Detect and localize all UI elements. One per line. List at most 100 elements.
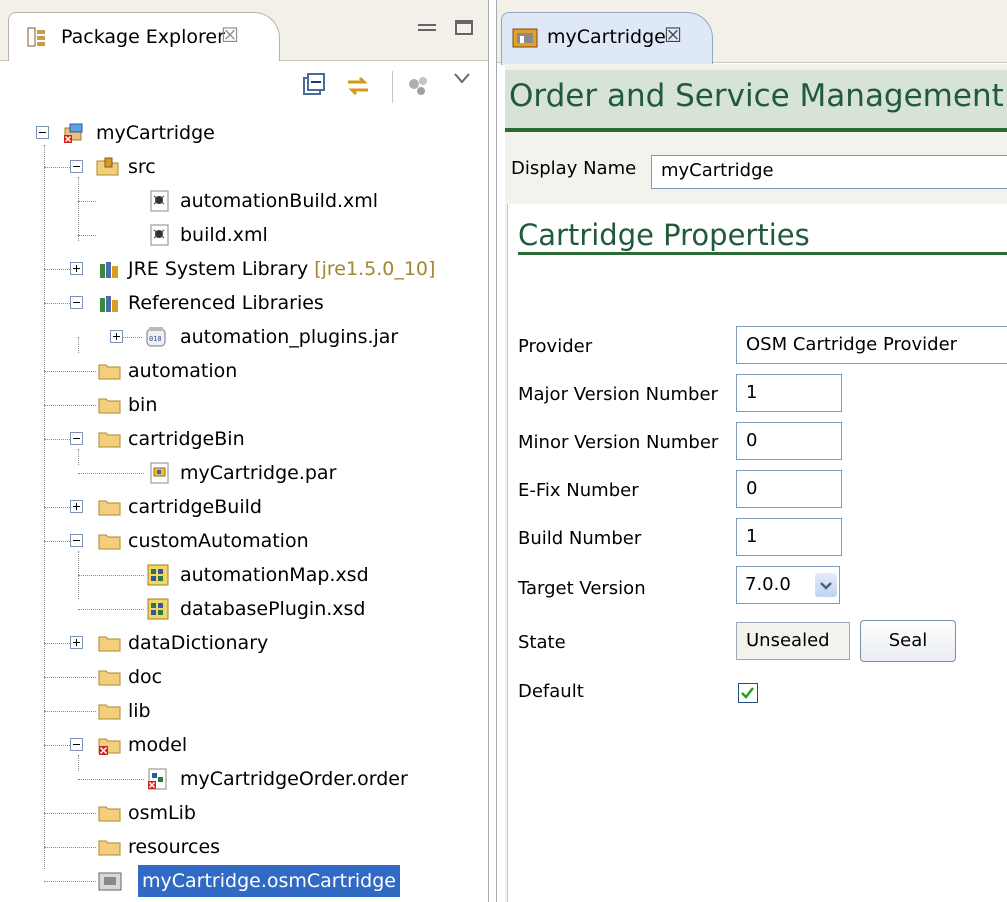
tree-label-selected: myCartridge.osmCartridge <box>138 865 400 897</box>
focus-task-icon[interactable] <box>404 72 432 100</box>
tree-label: resources <box>128 836 221 858</box>
close-icon[interactable]: ☒ <box>221 23 239 47</box>
tree-label: Referenced Libraries <box>128 292 324 314</box>
tree-label: bin <box>128 394 158 416</box>
folder-icon <box>98 840 121 856</box>
tree-label: databasePlugin.xsd <box>180 598 366 620</box>
library-icon <box>100 262 118 278</box>
tab-mycartridge[interactable]: myCartridge ☒ <box>501 12 713 65</box>
xsd-file-icon <box>147 598 169 620</box>
jar-icon: 010 <box>146 327 166 347</box>
build-number-label: Build Number <box>518 528 642 549</box>
collapse-all-icon[interactable] <box>300 72 328 100</box>
folder-error-icon <box>98 738 121 755</box>
svg-text:010: 010 <box>149 335 162 343</box>
tree-guide <box>78 177 79 241</box>
library-icon <box>100 296 118 312</box>
ant-file-icon <box>150 190 169 212</box>
folder-icon <box>98 364 121 380</box>
folder-icon <box>98 704 121 720</box>
osm-project-icon <box>64 123 83 143</box>
efix-number-field[interactable]: 0 <box>736 470 842 508</box>
editor-title: Order and Service Management <box>509 78 1004 114</box>
efix-number-label: E-Fix Number <box>518 480 639 501</box>
package-explorer-view: Package Explorer ☒ myCartridge src autom… <box>0 0 489 902</box>
editor-title-banner: Order and Service Management <box>505 70 1007 128</box>
default-checkbox[interactable] <box>738 683 758 703</box>
target-version-value: 7.0.0 <box>745 574 791 595</box>
display-name-label: Display Name <box>511 158 637 179</box>
folder-icon <box>98 534 121 550</box>
close-icon[interactable]: ☒ <box>664 23 682 47</box>
tree-label: customAutomation <box>128 530 309 552</box>
tab-label: myCartridge <box>547 26 666 48</box>
editor-form: Order and Service Management Display Nam… <box>505 64 1007 902</box>
provider-field[interactable]: OSM Cartridge Provider <box>736 326 1007 364</box>
section-title: Cartridge Properties <box>518 218 810 252</box>
editor-tab-bar: myCartridge ☒ <box>497 0 1007 65</box>
view-tab-bar: Package Explorer ☒ <box>0 0 488 63</box>
major-version-label: Major Version Number <box>518 384 718 405</box>
target-version-select[interactable]: 7.0.0 <box>736 566 840 604</box>
minor-version-label: Minor Version Number <box>518 432 719 453</box>
cartridge-properties-section: Cartridge Properties Provider OSM Cartri… <box>507 204 1007 902</box>
minor-version-field[interactable]: 0 <box>736 422 842 460</box>
tree-label: build.xml <box>180 224 268 246</box>
tab-package-explorer[interactable]: Package Explorer ☒ <box>8 12 280 63</box>
tree-label: automationMap.xsd <box>180 564 369 586</box>
chevron-down-icon[interactable] <box>815 573 837 597</box>
section-divider <box>518 252 1007 255</box>
package-explorer-icon <box>27 27 45 47</box>
view-toolbar <box>0 61 488 113</box>
state-label: State <box>518 632 566 653</box>
title-divider <box>505 128 1007 132</box>
folder-icon <box>98 806 121 822</box>
tree-label: myCartridge.par <box>180 462 337 484</box>
jre-version-annotation: [jre1.5.0_10] <box>314 258 436 280</box>
seal-button[interactable]: Seal <box>860 620 956 662</box>
default-label: Default <box>518 681 584 702</box>
cartridge-editor-icon <box>512 28 538 48</box>
tree-label: automation <box>128 360 238 382</box>
tree-label: doc <box>128 666 163 688</box>
tree-label: src <box>128 156 156 178</box>
source-folder-icon <box>96 157 119 176</box>
minimize-icon[interactable] <box>418 24 436 31</box>
tree-label: osmLib <box>128 802 196 824</box>
folder-icon <box>98 398 121 414</box>
maximize-icon[interactable] <box>455 20 473 35</box>
link-with-editor-icon[interactable] <box>344 72 372 100</box>
tree-guide <box>78 449 79 465</box>
folder-icon <box>98 670 121 686</box>
folder-icon <box>98 636 121 652</box>
major-version-field[interactable]: 1 <box>736 374 842 412</box>
folder-icon <box>98 432 121 448</box>
tree-guide <box>78 337 79 353</box>
view-menu-icon[interactable] <box>452 69 472 89</box>
tree-label: automation_plugins.jar <box>180 326 399 348</box>
tree-label: model <box>128 734 188 756</box>
cartridge-file-icon <box>98 872 122 891</box>
par-file-icon <box>150 462 169 484</box>
checkmark-icon <box>741 687 754 699</box>
tree-label: lib <box>128 700 151 722</box>
target-version-label: Target Version <box>518 578 646 599</box>
ant-file-icon <box>150 224 169 246</box>
state-value: Unsealed <box>736 622 850 660</box>
tab-label: Package Explorer <box>61 26 225 48</box>
order-file-icon <box>148 768 167 790</box>
build-number-field[interactable]: 1 <box>736 518 842 556</box>
tree-label: myCartridgeOrder.order <box>180 768 408 790</box>
xsd-file-icon <box>147 564 169 586</box>
cartridge-editor: myCartridge ☒ Order and Service Manageme… <box>496 0 1007 902</box>
tree-label: dataDictionary <box>128 632 269 654</box>
tree-label: myCartridge <box>96 122 215 144</box>
folder-icon <box>98 500 121 516</box>
provider-label: Provider <box>518 336 593 357</box>
display-name-field[interactable]: myCartridge <box>651 155 1007 189</box>
tree-guide <box>78 755 79 771</box>
tree-label: JRE System Library <box>128 258 315 280</box>
tree-label: cartridgeBuild <box>128 496 262 518</box>
toolbar-separator <box>392 71 393 103</box>
tree-label: automationBuild.xml <box>180 190 379 212</box>
